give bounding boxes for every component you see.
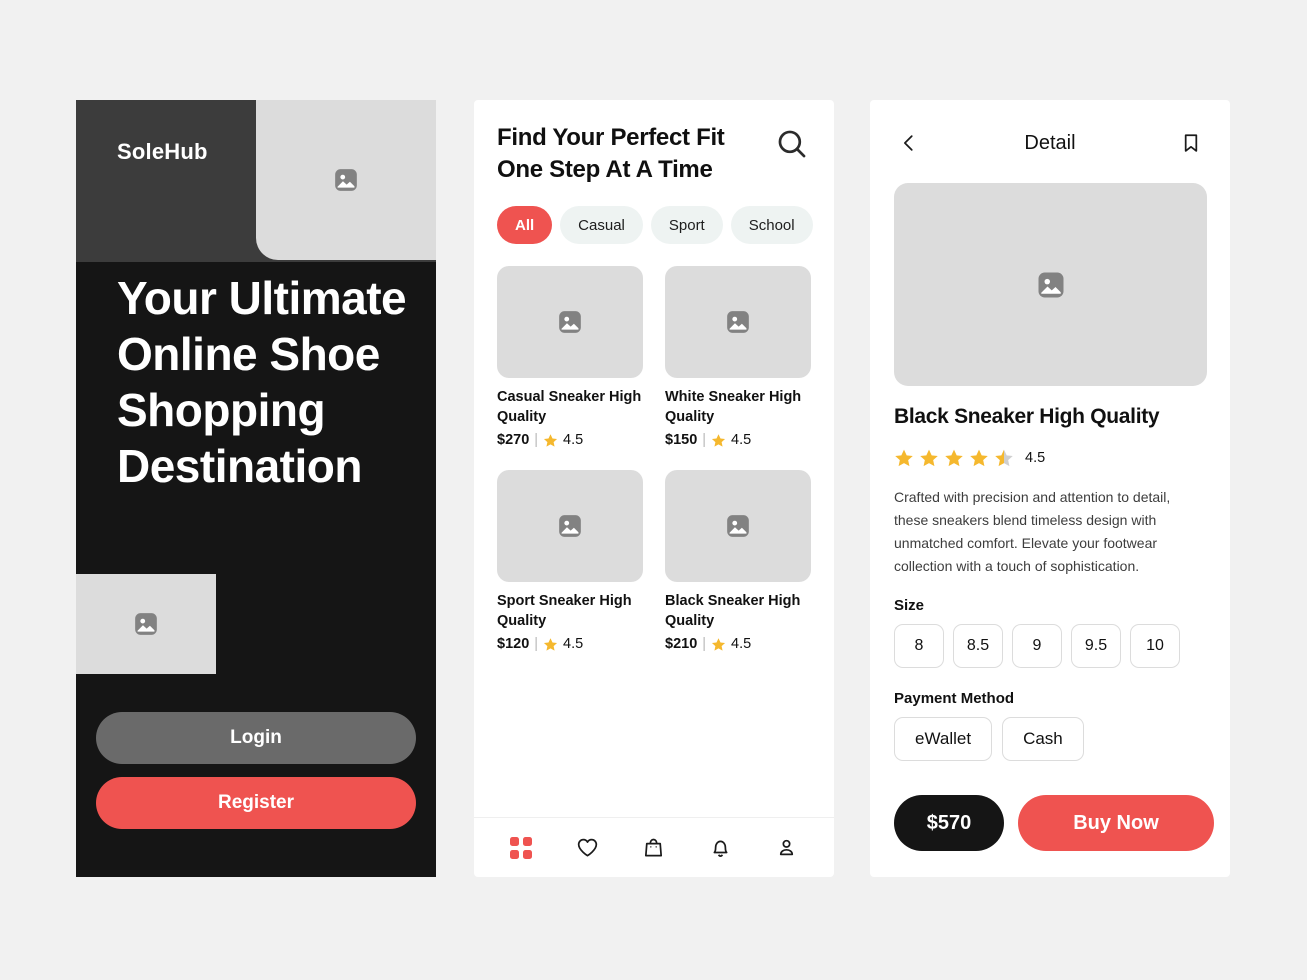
star-icon <box>543 637 558 651</box>
star-icon <box>711 637 726 651</box>
product-name: Black Sneaker High Quality <box>665 593 801 629</box>
product-price: $150 <box>665 432 698 448</box>
home-screen: Find Your Perfect Fit One Step At A Time… <box>474 100 834 877</box>
person-icon <box>780 839 794 856</box>
product-rating: 4.5 <box>563 432 584 448</box>
shopping-bag-icon <box>645 838 663 857</box>
product-grid: Casual Sneaker High Quality $270 | 4.5 W… <box>497 266 811 652</box>
size-options: 8 8.5 9 9.5 10 <box>894 624 1180 668</box>
size-option[interactable]: 10 <box>1130 624 1180 668</box>
image-placeholder-icon <box>727 311 749 333</box>
product-meta: $150 | 4.5 <box>665 432 811 448</box>
payment-section-label: Payment Method <box>894 690 1015 707</box>
image-placeholder-icon <box>559 515 581 537</box>
detail-screen: Detail Black Sneaker High Quality 4.5 Cr… <box>870 100 1230 877</box>
search-icon[interactable] <box>775 127 809 161</box>
onboarding-secondary-image <box>76 574 216 674</box>
product-card[interactable]: Sport Sneaker High Quality $120 | 4.5 <box>497 470 643 652</box>
image-placeholder-icon <box>559 311 581 333</box>
brand-logo: SoleHub <box>117 139 208 164</box>
price-pill[interactable]: $570 <box>894 795 1004 851</box>
meta-divider: | <box>702 432 707 448</box>
product-name: White Sneaker High Quality <box>665 389 802 425</box>
detail-hero-image <box>894 183 1207 386</box>
bell-icon <box>713 840 728 857</box>
heart-icon <box>577 838 598 857</box>
back-button[interactable] <box>894 128 924 158</box>
nav-notifications-button[interactable] <box>703 831 737 865</box>
product-meta: $120 | 4.5 <box>497 636 643 652</box>
detail-actions: $570 Buy Now <box>894 795 1214 851</box>
star-icon <box>543 433 558 447</box>
meta-divider: | <box>534 432 539 448</box>
star-icon <box>711 433 726 447</box>
image-placeholder-icon <box>135 613 157 635</box>
product-name: Sport Sneaker High Quality <box>497 593 632 629</box>
size-option[interactable]: 8.5 <box>953 624 1003 668</box>
payment-option-cash[interactable]: Cash <box>1002 717 1084 761</box>
nav-profile-button[interactable] <box>770 831 804 865</box>
product-card[interactable]: Black Sneaker High Quality $210 | 4.5 <box>665 470 811 652</box>
size-option[interactable]: 9 <box>1012 624 1062 668</box>
size-section-label: Size <box>894 597 925 614</box>
meta-divider: | <box>534 636 539 652</box>
product-price: $120 <box>497 636 530 652</box>
page-title: Your Ultimate Online Shoe Shopping Desti… <box>117 272 407 492</box>
size-option[interactable]: 8 <box>894 624 944 668</box>
buy-now-button[interactable]: Buy Now <box>1018 795 1214 851</box>
star-icon <box>945 449 963 467</box>
product-name: Black Sneaker High Quality <box>894 405 1160 428</box>
image-placeholder-icon <box>727 515 749 537</box>
chip-all[interactable]: All <box>497 206 553 244</box>
chip-school[interactable]: School <box>730 206 813 244</box>
product-card[interactable]: White Sneaker High Quality $150 | 4.5 <box>665 266 811 448</box>
grid-icon <box>510 836 533 859</box>
product-price: $270 <box>497 432 530 448</box>
product-rating: 4.5 <box>731 432 752 448</box>
star-icon <box>920 449 938 467</box>
page-title: Find Your Perfect Fit One Step At A Time <box>497 124 725 183</box>
bookmark-button[interactable] <box>1176 128 1206 158</box>
meta-divider: | <box>702 636 707 652</box>
product-description: Crafted with precision and attention to … <box>894 489 1171 574</box>
product-meta: $210 | 4.5 <box>665 636 811 652</box>
product-meta: $270 | 4.5 <box>497 432 643 448</box>
product-rating: 4.5 <box>563 636 584 652</box>
bottom-navigation <box>474 817 834 877</box>
bookmark-icon <box>1184 134 1198 152</box>
register-button[interactable]: Register <box>96 777 416 829</box>
payment-options: eWallet Cash <box>894 717 1084 761</box>
chip-casual[interactable]: Casual <box>560 206 643 244</box>
chip-sport[interactable]: Sport <box>650 206 723 244</box>
category-filter-chips: All Casual Sport School <box>497 206 813 244</box>
size-option[interactable]: 9.5 <box>1071 624 1121 668</box>
star-icon <box>970 449 988 467</box>
page-title: Detail <box>1024 131 1076 154</box>
product-card[interactable]: Casual Sneaker High Quality $270 | 4.5 <box>497 266 643 448</box>
nav-home-button[interactable] <box>504 831 538 865</box>
product-image <box>497 470 643 582</box>
login-button[interactable]: Login <box>96 712 416 764</box>
payment-option-ewallet[interactable]: eWallet <box>894 717 993 761</box>
star-half-icon <box>995 449 1013 467</box>
onboarding-screen: SoleHub Your Ultimate Online Shoe Shoppi… <box>76 100 436 877</box>
nav-cart-button[interactable] <box>637 831 671 865</box>
rating-row: 4.5 <box>894 448 1045 468</box>
product-image <box>665 470 811 582</box>
product-rating: 4.5 <box>731 636 752 652</box>
detail-topbar: Detail <box>870 100 1230 186</box>
image-placeholder-icon <box>1038 272 1063 297</box>
product-name: Casual Sneaker High Quality <box>497 389 642 425</box>
chevron-left-icon <box>904 135 913 151</box>
product-image <box>665 266 811 378</box>
screens-stage: SoleHub Your Ultimate Online Shoe Shoppi… <box>0 0 1307 980</box>
rating-value: 4.5 <box>1025 450 1046 466</box>
image-placeholder-icon <box>335 169 357 191</box>
onboarding-hero-image <box>256 100 436 260</box>
product-image <box>497 266 643 378</box>
product-price: $210 <box>665 636 698 652</box>
nav-favorites-button[interactable] <box>571 831 605 865</box>
star-icon <box>895 449 913 467</box>
